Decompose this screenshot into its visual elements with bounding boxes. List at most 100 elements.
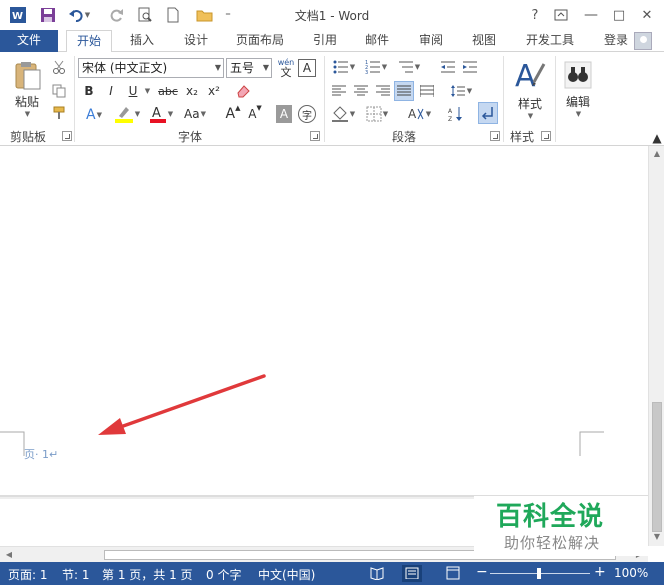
status-section[interactable]: 节: 1 — [62, 566, 90, 583]
character-border-button[interactable]: A — [298, 59, 316, 77]
underline-dropdown[interactable]: ▼ — [142, 82, 152, 100]
zoom-in-button[interactable]: + — [594, 564, 606, 580]
close-button[interactable]: ✕ — [636, 5, 658, 25]
format-painter-button[interactable] — [50, 104, 68, 122]
tab-mailings[interactable]: 邮件 — [358, 30, 396, 52]
bold-button[interactable]: B — [80, 82, 98, 100]
ribbon-display-options-button[interactable] — [550, 5, 572, 25]
distributed-button[interactable] — [418, 82, 436, 100]
increase-indent-button[interactable] — [460, 58, 480, 76]
web-layout-button[interactable] — [446, 566, 460, 583]
editing-button[interactable]: 编辑 ▼ — [558, 56, 598, 122]
phonetic-guide-button[interactable]: wén 文 — [276, 56, 296, 80]
font-dialog-launcher[interactable] — [310, 131, 320, 141]
align-center-button[interactable] — [352, 82, 370, 100]
status-page-count[interactable]: 第 1 页，共 1 页 — [102, 566, 193, 583]
tab-view[interactable]: 视图 — [464, 30, 504, 52]
justify-button[interactable] — [394, 81, 414, 101]
styles-icon: A — [515, 59, 546, 92]
strikethrough-button[interactable]: abc — [156, 82, 180, 100]
tab-developer[interactable]: 开发工具 — [518, 30, 582, 52]
grow-font-button[interactable]: A ▲ — [224, 104, 242, 124]
crop-mark — [0, 431, 25, 456]
tab-file[interactable]: 文件 — [0, 30, 58, 52]
borders-button[interactable]: ▼ — [362, 104, 392, 124]
font-color-button[interactable]: A ▼ — [146, 104, 176, 124]
shrink-font-button[interactable]: A ▼ — [246, 104, 264, 124]
copy-button[interactable] — [50, 82, 68, 100]
decrease-indent-button[interactable] — [438, 58, 458, 76]
document-area[interactable]: 页· 1↵ — [0, 146, 648, 546]
chevron-down-icon: ▼ — [349, 110, 356, 118]
bullets-button[interactable]: ▼ — [330, 58, 358, 76]
arrow-up-icon: ▲ — [235, 104, 241, 112]
web-layout-icon — [446, 566, 460, 580]
tab-insert[interactable]: 插入 — [122, 30, 162, 52]
cut-button[interactable] — [50, 58, 68, 76]
character-shading-button[interactable]: A — [276, 105, 292, 123]
shading-button[interactable]: ▼ — [328, 104, 358, 124]
scroll-left-icon[interactable]: ◀ — [4, 550, 14, 560]
print-layout-icon — [405, 567, 419, 580]
change-case-button[interactable]: Aa ▼ — [180, 104, 210, 124]
avatar[interactable] — [634, 32, 652, 50]
svg-text:A: A — [515, 59, 536, 92]
chevron-down-icon: ▼ — [527, 112, 534, 120]
underline-button[interactable]: U — [124, 82, 142, 100]
paste-button[interactable]: 粘贴 ▼ — [8, 58, 46, 120]
status-language[interactable]: 中文(中国) — [258, 566, 315, 583]
text-effects-button[interactable]: A ▼ — [80, 106, 108, 124]
zoom-out-button[interactable]: − — [476, 564, 488, 580]
chevron-down-icon: ▼ — [167, 110, 174, 118]
enclose-characters-button[interactable]: 字 — [298, 105, 316, 123]
paragraph-mark: ↵ — [49, 448, 59, 461]
font-size-value: 五号 — [230, 61, 255, 75]
align-left-button[interactable] — [330, 82, 348, 100]
tab-design[interactable]: 设计 — [176, 30, 216, 52]
italic-button[interactable]: I — [102, 82, 120, 100]
asian-layout-button[interactable]: A ▼ — [404, 104, 434, 124]
crop-mark — [579, 431, 604, 456]
tab-page-layout[interactable]: 页面布局 — [230, 30, 290, 52]
tab-references[interactable]: 引用 — [306, 30, 344, 52]
print-layout-button[interactable] — [402, 565, 422, 582]
scroll-up-icon[interactable]: ▲ — [652, 149, 662, 159]
styles-button[interactable]: A 样式 ▼ — [508, 56, 552, 122]
chevron-down-icon: ▼ — [575, 109, 582, 118]
line-spacing-button[interactable]: ▼ — [446, 82, 476, 100]
minimize-button[interactable]: — — [580, 5, 602, 25]
group-divider — [555, 56, 556, 142]
show-marks-button[interactable] — [478, 102, 498, 124]
help-button[interactable]: ? — [524, 5, 546, 25]
group-divider — [324, 56, 325, 142]
vertical-scrollbar[interactable]: ▲ ▼ — [648, 146, 664, 546]
zoom-slider-thumb[interactable] — [537, 568, 541, 579]
page-number-field[interactable]: 页· 1↵ — [24, 446, 58, 462]
zoom-level[interactable]: 100% — [614, 566, 648, 580]
font-family-select[interactable]: 宋体 (中文正文) ▼ — [78, 58, 224, 78]
align-right-button[interactable] — [374, 82, 392, 100]
collapse-ribbon-button[interactable]: ▲ — [652, 130, 662, 146]
sign-in-link[interactable]: 登录 — [604, 30, 628, 52]
font-size-select[interactable]: 五号 ▼ — [226, 58, 272, 78]
status-page[interactable]: 页面: 1 — [8, 566, 48, 583]
highlight-button[interactable]: ▼ — [112, 104, 142, 124]
vertical-scroll-thumb[interactable] — [652, 402, 662, 532]
clipboard-dialog-launcher[interactable] — [62, 131, 72, 141]
styles-dialog-launcher[interactable] — [541, 131, 551, 141]
paragraph-dialog-launcher[interactable] — [490, 131, 500, 141]
superscript-button[interactable]: x² — [204, 82, 224, 100]
maximize-button[interactable]: □ — [608, 5, 630, 25]
tab-review[interactable]: 审阅 — [412, 30, 450, 52]
subscript-button[interactable]: x₂ — [182, 82, 202, 100]
clear-formatting-button[interactable] — [234, 82, 252, 100]
copy-icon — [52, 84, 66, 98]
status-word-count[interactable]: 0 个字 — [206, 566, 241, 583]
chevron-down-icon: ▼ — [262, 63, 269, 72]
tab-home[interactable]: 开始 — [66, 30, 112, 53]
sort-button[interactable]: AZ — [446, 104, 466, 124]
numbering-button[interactable]: 123 ▼ — [362, 58, 390, 76]
read-mode-button[interactable] — [370, 566, 384, 583]
multilevel-list-button[interactable]: ▼ — [394, 58, 424, 76]
scroll-down-icon[interactable]: ▼ — [652, 532, 662, 542]
